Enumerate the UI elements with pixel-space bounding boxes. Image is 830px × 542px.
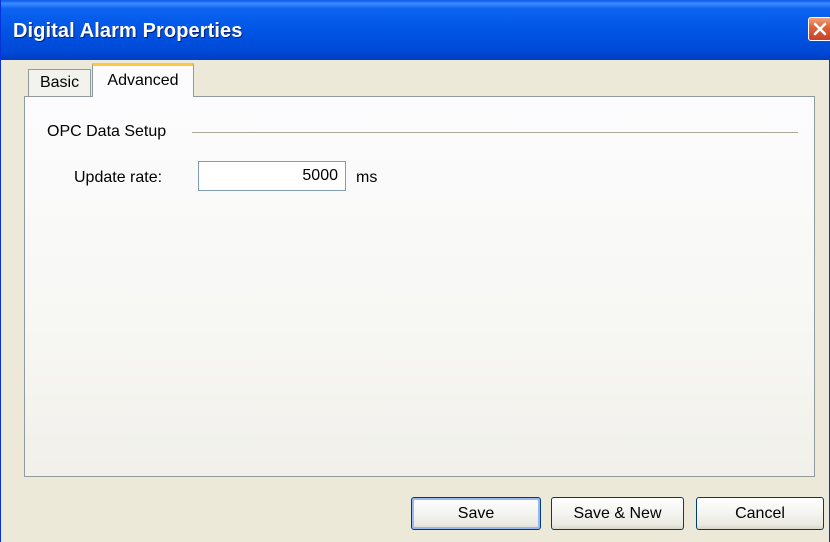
tab-basic[interactable]: Basic xyxy=(28,69,91,96)
cancel-button[interactable]: Cancel xyxy=(696,497,824,530)
title-bar[interactable]: Digital Alarm Properties xyxy=(1,0,830,60)
tab-panel-advanced xyxy=(24,96,815,477)
save-button[interactable]: Save xyxy=(411,497,541,530)
update-rate-label: Update rate: xyxy=(74,169,163,186)
dialog-window: Digital Alarm Properties Basic Advanced … xyxy=(0,0,830,542)
opc-data-setup-group-label: OPC Data Setup xyxy=(47,123,167,140)
window-title: Digital Alarm Properties xyxy=(13,20,243,42)
close-button[interactable] xyxy=(808,17,830,41)
tab-advanced[interactable]: Advanced xyxy=(92,63,194,97)
close-icon xyxy=(813,22,827,36)
update-rate-unit: ms xyxy=(356,169,378,186)
update-rate-input[interactable] xyxy=(198,161,346,191)
group-divider xyxy=(192,132,798,133)
save-and-new-button[interactable]: Save & New xyxy=(551,497,684,530)
